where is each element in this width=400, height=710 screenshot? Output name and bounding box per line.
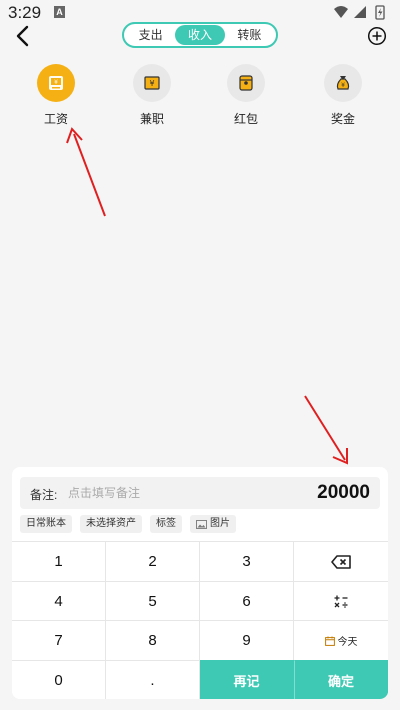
status-icons bbox=[334, 5, 385, 20]
arrow-to-amount bbox=[304, 395, 346, 461]
status-bar: 3:29 A bbox=[0, 0, 400, 24]
operator-key[interactable] bbox=[294, 581, 388, 620]
tab-transfer[interactable]: 转账 bbox=[225, 25, 274, 45]
key-0[interactable]: 0 bbox=[12, 660, 106, 699]
signal-icon bbox=[354, 6, 366, 18]
chip-label: 未选择资产 bbox=[86, 518, 136, 529]
chip-label: 标签 bbox=[156, 518, 176, 529]
today-label: 今天 bbox=[337, 637, 358, 648]
key-5[interactable]: 5 bbox=[106, 581, 200, 620]
backspace-key[interactable] bbox=[294, 541, 388, 581]
keypad: 1 2 3 4 5 6 7 8 9 今天 0 . 再记 确定 bbox=[12, 541, 388, 699]
chip-asset[interactable]: 未选择资产 bbox=[80, 515, 142, 533]
category-label: 奖金 bbox=[330, 112, 355, 126]
tab-income[interactable]: 收入 bbox=[175, 25, 225, 45]
chip-label: 图片 bbox=[210, 518, 230, 529]
add-circle-icon[interactable] bbox=[367, 26, 387, 46]
salary-icon: ¥ bbox=[37, 64, 75, 102]
key-3[interactable]: 3 bbox=[200, 541, 294, 581]
red-packet-icon bbox=[227, 64, 265, 102]
key-8[interactable]: 8 bbox=[106, 620, 200, 660]
plus-minus-icon bbox=[334, 595, 348, 608]
chip-label: 日常账本 bbox=[26, 518, 66, 529]
category-salary[interactable]: ¥ 工资 bbox=[26, 64, 86, 127]
category-part-time[interactable]: ¥ 兼职 bbox=[122, 64, 182, 127]
amount-display: 20000 bbox=[317, 482, 370, 503]
chip-tag[interactable]: 标签 bbox=[150, 515, 182, 533]
arrow-to-category bbox=[73, 133, 106, 217]
svg-text:¥: ¥ bbox=[54, 79, 58, 86]
note-row: 备注: 20000 bbox=[20, 477, 380, 509]
part-time-icon: ¥ bbox=[133, 64, 171, 102]
key-2[interactable]: 2 bbox=[106, 541, 200, 581]
category-label: 红包 bbox=[233, 112, 258, 126]
bonus-icon: ¥ bbox=[324, 64, 362, 102]
svg-text:¥: ¥ bbox=[341, 82, 345, 89]
category-red-packet[interactable]: 红包 bbox=[216, 64, 276, 127]
confirm-button[interactable]: 确定 bbox=[294, 660, 388, 699]
svg-text:¥: ¥ bbox=[149, 79, 154, 88]
record-again-button[interactable]: 再记 bbox=[200, 660, 294, 699]
category-label: 兼职 bbox=[139, 112, 164, 126]
key-9[interactable]: 9 bbox=[200, 620, 294, 660]
note-input[interactable] bbox=[68, 483, 228, 503]
header: 支出 收入 转账 bbox=[0, 22, 400, 50]
key-7[interactable]: 7 bbox=[12, 620, 106, 660]
date-key[interactable]: 今天 bbox=[294, 620, 388, 660]
status-time: 3:29 bbox=[8, 3, 42, 22]
image-icon bbox=[196, 519, 207, 529]
chip-row: 日常账本 未选择资产 标签 图片 bbox=[20, 515, 236, 533]
chip-ledger[interactable]: 日常账本 bbox=[20, 515, 72, 533]
key-6[interactable]: 6 bbox=[200, 581, 294, 620]
key-1[interactable]: 1 bbox=[12, 541, 106, 581]
notification-icon: A bbox=[54, 6, 65, 18]
category-label: 工资 bbox=[43, 112, 68, 126]
back-icon[interactable] bbox=[12, 22, 34, 50]
entry-panel: 备注: 20000 日常账本 未选择资产 标签 图片 1 2 3 4 5 6 bbox=[12, 467, 388, 699]
key-dot[interactable]: . bbox=[106, 660, 200, 699]
category-bonus[interactable]: ¥ 奖金 bbox=[313, 64, 373, 127]
note-label: 备注: bbox=[30, 488, 58, 502]
backspace-icon bbox=[331, 554, 351, 569]
category-grid: ¥ 工资 ¥ 兼职 红包 ¥ 奖金 bbox=[0, 64, 400, 134]
wifi-icon bbox=[334, 6, 348, 18]
calendar-icon bbox=[324, 636, 335, 646]
key-4[interactable]: 4 bbox=[12, 581, 106, 620]
tab-expense[interactable]: 支出 bbox=[126, 25, 175, 45]
type-segmented-control: 支出 收入 转账 bbox=[122, 22, 278, 48]
chip-image[interactable]: 图片 bbox=[190, 515, 236, 533]
